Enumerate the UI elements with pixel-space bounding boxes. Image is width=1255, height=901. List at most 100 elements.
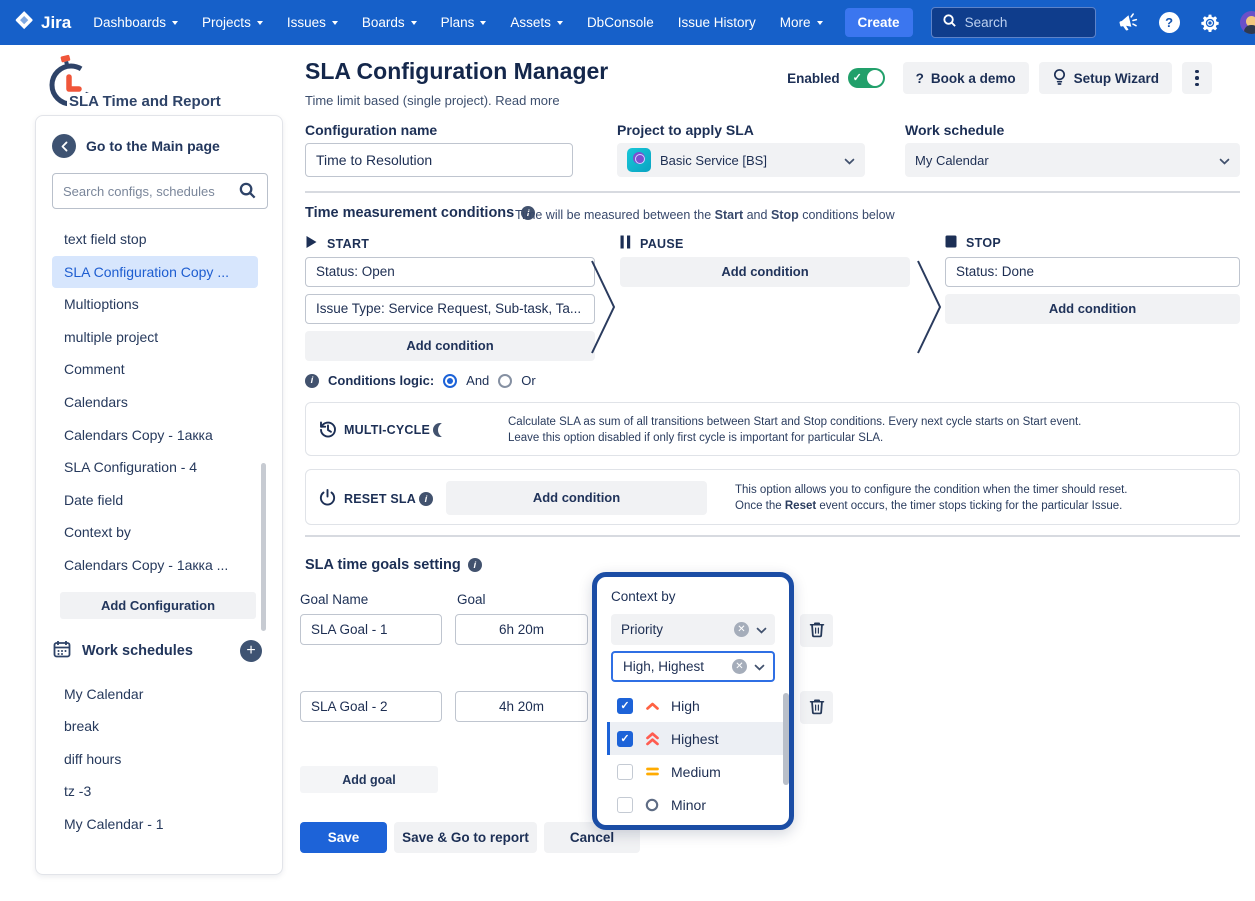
config-list-item[interactable]: Calendars Copy - 1акка ... <box>52 549 258 582</box>
config-list-item[interactable]: Calendars <box>52 386 258 419</box>
nav-search[interactable] <box>931 7 1096 38</box>
chevron-down-icon <box>257 21 263 25</box>
pause-add-condition-button[interactable]: Add condition <box>620 257 910 287</box>
config-name-label: Configuration name <box>305 122 437 138</box>
config-list-item[interactable]: Context by <box>52 516 258 549</box>
nav-menu-item[interactable]: Assets <box>510 15 563 30</box>
book-demo-button[interactable]: ? Book a demo <box>903 62 1029 94</box>
nav-menu-item[interactable]: DbConsole <box>587 15 654 30</box>
priority-option[interactable]: Minor <box>607 788 783 821</box>
context-field-select[interactable]: Priority ✕ <box>611 614 775 645</box>
nav-right-icons: ? <box>1118 11 1255 34</box>
settings-gear-icon[interactable] <box>1200 13 1220 33</box>
flow-separator-icon <box>590 259 616 360</box>
back-to-main-link[interactable]: Go to the Main page <box>52 134 266 158</box>
config-list-item[interactable]: text field stop <box>52 223 258 256</box>
goal-name-input[interactable]: SLA Goal - 2 <box>300 691 442 722</box>
nav-menu-item[interactable]: Boards <box>362 15 417 30</box>
help-icon[interactable]: ? <box>1159 12 1180 33</box>
nav-menu-item[interactable]: Issue History <box>678 15 756 30</box>
jira-mark-icon <box>14 10 35 36</box>
add-schedule-button[interactable]: + <box>240 640 262 662</box>
delete-goal-button[interactable] <box>800 614 833 647</box>
conditions-note: Time will be measured between the Start … <box>515 208 895 222</box>
start-add-condition-button[interactable]: Add condition <box>305 331 595 361</box>
context-values-select[interactable]: High, Highest ✕ <box>611 651 775 682</box>
checkbox[interactable] <box>617 731 633 747</box>
create-button[interactable]: Create <box>845 8 913 37</box>
sidebar-scrollbar[interactable] <box>261 463 266 631</box>
divider <box>305 535 1240 537</box>
start-condition-2[interactable]: Issue Type: Service Request, Sub-task, T… <box>305 294 595 324</box>
nav-menu-item[interactable]: Projects <box>202 15 263 30</box>
reset-description: This option allows you to configure the … <box>735 482 1128 514</box>
schedule-list-item[interactable]: diff hours <box>52 743 258 776</box>
enabled-toggle[interactable] <box>848 68 885 88</box>
clear-icon[interactable]: ✕ <box>732 659 747 674</box>
config-name-input[interactable]: Time to Resolution <box>305 143 573 177</box>
config-list-item[interactable]: Calendars Copy - 1акка <box>52 419 258 452</box>
page-body: SLA Time and Report Go to the Main page … <box>0 45 1255 901</box>
checkbox[interactable] <box>617 797 633 813</box>
add-configuration-button[interactable]: Add Configuration <box>60 592 256 619</box>
checkbox[interactable] <box>617 698 633 714</box>
logic-or-radio[interactable] <box>498 374 512 388</box>
flow-separator-icon <box>916 259 942 360</box>
start-column-header: START <box>305 235 369 252</box>
stop-condition-1[interactable]: Status: Done <box>945 257 1240 287</box>
schedule-list-item[interactable]: break <box>52 710 258 743</box>
config-list-item[interactable]: SLA Configuration Copy ... <box>52 256 258 289</box>
priority-option[interactable]: Medium <box>607 755 783 788</box>
info-icon[interactable]: i <box>468 558 482 572</box>
chevron-down-icon <box>756 622 767 637</box>
nav-menu-item[interactable]: Issues <box>287 15 338 30</box>
reset-add-condition-button[interactable]: Add condition <box>446 481 707 515</box>
menu-scrollbar[interactable] <box>783 693 789 785</box>
info-icon[interactable]: i <box>305 374 319 388</box>
sidebar-search-input[interactable] <box>52 173 268 209</box>
priority-option[interactable]: Highest <box>607 722 783 755</box>
nav-search-input[interactable] <box>965 15 1085 30</box>
priority-highest-icon <box>643 730 661 748</box>
info-icon[interactable]: i <box>419 492 433 506</box>
goal-value-input[interactable]: 6h 20m <box>455 614 588 645</box>
save-button[interactable]: Save <box>300 822 387 853</box>
jira-logo[interactable]: Jira <box>14 10 71 36</box>
schedule-list-item[interactable]: My Calendar <box>52 678 258 711</box>
config-list-item[interactable]: Multioptions <box>52 288 258 321</box>
logic-and-radio[interactable] <box>443 374 457 388</box>
nav-menu-item[interactable]: Dashboards <box>93 15 178 30</box>
goal-value-input[interactable]: 4h 20m <box>455 691 588 722</box>
config-list: text field stopSLA Configuration Copy ..… <box>52 223 266 582</box>
config-list-item[interactable]: Comment <box>52 353 258 386</box>
back-arrow-icon <box>52 134 76 158</box>
more-actions-menu-button[interactable] <box>1182 62 1212 94</box>
nav-menu-item[interactable]: More <box>780 15 823 30</box>
schedule-list-item[interactable]: tz -3 <box>52 775 258 808</box>
work-schedule-select[interactable]: My Calendar <box>905 143 1240 177</box>
setup-wizard-button[interactable]: Setup Wizard <box>1039 62 1172 94</box>
project-avatar <box>627 148 651 172</box>
config-list-item[interactable]: SLA Configuration - 4 <box>52 451 258 484</box>
search-icon <box>238 181 257 205</box>
config-list-item[interactable]: multiple project <box>52 321 258 354</box>
stop-add-condition-button[interactable]: Add condition <box>945 294 1240 324</box>
chevron-down-icon <box>172 21 178 25</box>
goal-name-input[interactable]: SLA Goal - 1 <box>300 614 442 645</box>
save-and-go-to-report-button[interactable]: Save & Go to report <box>394 822 537 853</box>
project-select[interactable]: Basic Service [BS] <box>617 143 865 177</box>
clear-icon[interactable]: ✕ <box>734 622 749 637</box>
nav-menu-item[interactable]: Plans <box>441 15 487 30</box>
schedule-list-item[interactable]: My Calendar - 1 <box>52 808 258 841</box>
add-goal-button[interactable]: Add goal <box>300 766 438 793</box>
chevron-down-icon <box>754 659 765 674</box>
nav-menu: Dashboards Projects Issues Boards Plans Asset… <box>93 15 822 30</box>
delete-goal-button[interactable] <box>800 691 833 724</box>
priority-option[interactable]: High <box>607 689 783 722</box>
announcement-icon[interactable] <box>1118 12 1139 33</box>
config-list-item[interactable]: Date field <box>52 484 258 517</box>
start-condition-1[interactable]: Status: Open <box>305 257 595 287</box>
checkbox[interactable] <box>617 764 633 780</box>
read-more-link[interactable]: Read more <box>495 93 559 108</box>
user-avatar[interactable] <box>1240 11 1255 34</box>
